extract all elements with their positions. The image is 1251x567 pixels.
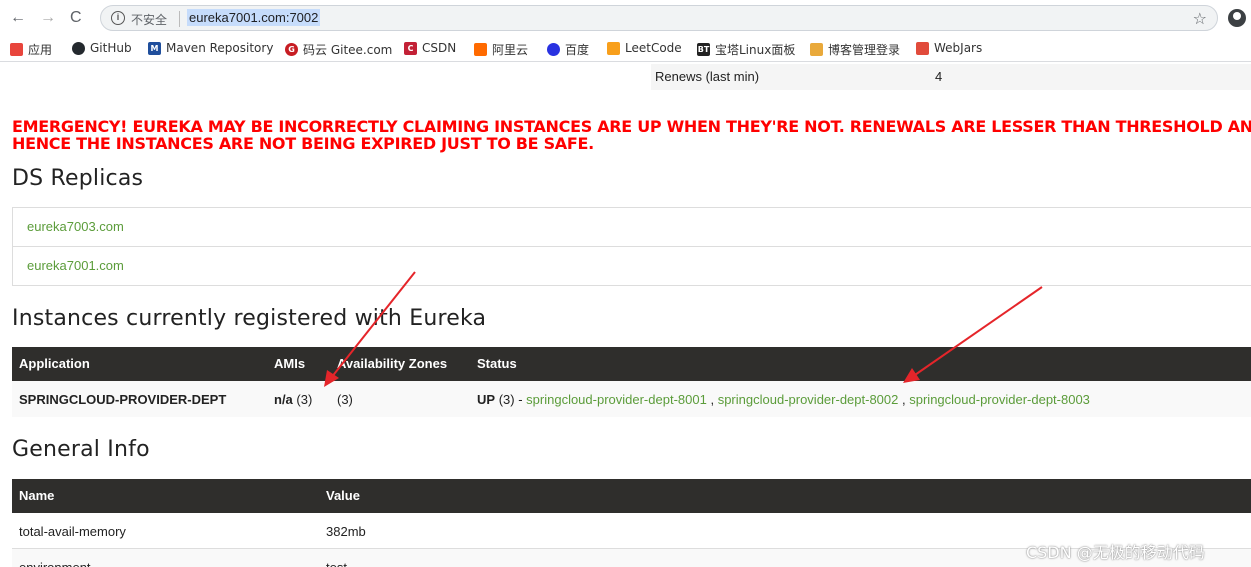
arrow-head — [324, 370, 339, 387]
arrow-line — [911, 286, 1043, 378]
watermark: CSDN @无极的移动代码 — [1026, 543, 1205, 562]
arrow-line — [330, 271, 416, 379]
arrow-head — [903, 368, 920, 383]
annotation-arrows — [324, 271, 1043, 387]
